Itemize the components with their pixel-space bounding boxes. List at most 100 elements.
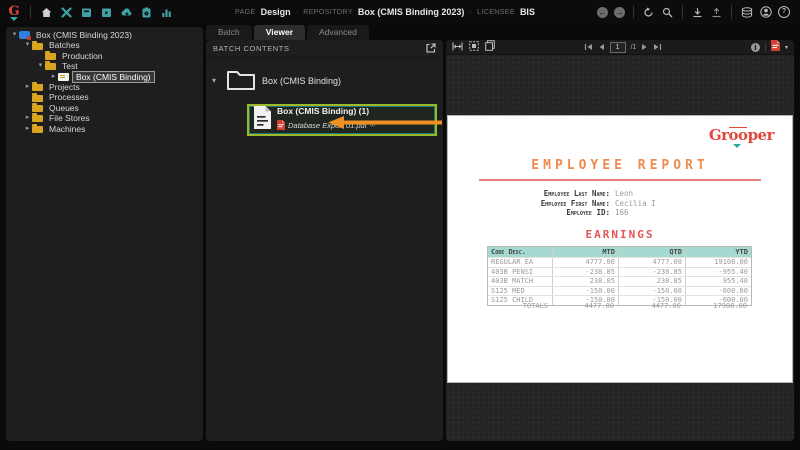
document-page[interactable]: Grooper EMPLOYEE REPORT Employee Last Na… (448, 116, 792, 382)
document-page-icon (253, 105, 272, 135)
tree-item-processes[interactable]: Processes (6, 92, 203, 102)
tree-item-production[interactable]: Production (6, 51, 203, 61)
expander-icon[interactable]: ▸ (23, 82, 32, 92)
topbar-right-group: ← → ? (597, 5, 800, 19)
page-value[interactable]: Design (261, 7, 291, 17)
pdf-export-icon[interactable] (771, 40, 780, 56)
tree-item-label: Batches (46, 40, 83, 50)
box-icon (19, 31, 30, 39)
last-page-button[interactable] (653, 40, 662, 56)
column-header: YTD (685, 247, 751, 257)
download-icon[interactable] (691, 6, 704, 19)
batch-tree: ▾ Box (CMIS Binding) Box (CMIS Binding) … (206, 58, 443, 441)
table-cell: 238.85 (552, 277, 618, 286)
divider (633, 5, 634, 19)
tools-icon[interactable] (60, 6, 73, 19)
field-value: Leon (615, 189, 633, 199)
viewer-actions-group: i ▾ (751, 40, 788, 56)
tab-viewer[interactable]: Viewer (254, 25, 305, 40)
tasks-clipboard-icon[interactable] (140, 6, 153, 19)
expander-icon[interactable]: ▸ (23, 113, 32, 123)
folder-icon (32, 126, 43, 133)
table-row: S125 MED-150.00-150.00-600.00 (488, 286, 751, 296)
tree-item-file-stores[interactable]: ▸File Stores (6, 113, 203, 123)
expander-icon[interactable]: ▸ (49, 72, 58, 82)
field-label: Employee Last Name: (448, 189, 610, 199)
topbar: G PAGE De (0, 0, 800, 24)
expander-icon[interactable]: ▸ (23, 124, 32, 134)
expander-icon[interactable]: ▾ (212, 76, 220, 85)
expander-icon[interactable]: ▾ (23, 40, 32, 50)
viewer-canvas[interactable]: Grooper EMPLOYEE REPORT Employee Last Na… (446, 55, 794, 441)
grooper-logo-icon[interactable]: G (7, 6, 21, 18)
field-employee-id: Employee ID:166 (448, 208, 792, 218)
column-header: MTD (552, 247, 618, 257)
upload-icon[interactable] (710, 6, 723, 19)
back-button[interactable]: ← (597, 7, 608, 18)
batch-folder-row[interactable]: ▾ Box (CMIS Binding) (206, 58, 443, 93)
refresh-icon[interactable] (642, 6, 655, 19)
run-box-icon[interactable] (100, 6, 113, 19)
help-icon[interactable]: ? (778, 6, 790, 18)
thumbnails-pages-icon[interactable] (485, 40, 495, 56)
employee-fields: Employee Last Name:LeonEmployee First Na… (448, 189, 792, 218)
tab-batch[interactable]: Batch (206, 25, 252, 40)
chevron-down-icon[interactable]: ▾ (785, 44, 788, 51)
table-row: 403B PENSI-238.85-238.85-955.40 (488, 267, 751, 277)
breadcrumb-separator: · (469, 8, 472, 17)
batch-contents-header: BATCH CONTENTS (206, 40, 443, 58)
cloud-upload-icon[interactable] (120, 6, 133, 19)
table-cell: 4777.00 (618, 258, 685, 267)
breadcrumb: PAGE Design · REPOSITORY Box (CMIS Bindi… (173, 7, 597, 17)
repository-value[interactable]: Box (CMIS Binding 2023) (358, 7, 465, 17)
field-label: Employee First Name: (448, 199, 610, 209)
folder-icon (32, 95, 43, 102)
expander-icon[interactable]: ▾ (10, 30, 19, 40)
grooper-document-logo: Grooper (709, 126, 774, 144)
totals-value: 4477.00 (617, 302, 684, 311)
tree-item-machines[interactable]: ▸ Machines (6, 124, 203, 134)
page-number-input[interactable]: 1 (610, 42, 626, 53)
table-cell: -150.00 (552, 287, 618, 296)
batch-icon (58, 73, 69, 81)
tree-item-projects[interactable]: ▸Projects (6, 82, 203, 92)
open-in-window-icon[interactable] (426, 40, 436, 58)
batch-folder-label: Box (CMIS Binding) (262, 76, 341, 86)
repository-label: REPOSITORY (303, 9, 353, 16)
previous-page-button[interactable] (598, 40, 605, 56)
user-account-icon[interactable] (759, 6, 772, 19)
first-page-button[interactable] (584, 40, 593, 56)
tree-item-label: Machines (46, 124, 88, 134)
document-title: Box (CMIS Binding) (1) (277, 106, 375, 116)
licensee-value[interactable]: BIS (520, 7, 535, 17)
tree-item-batches[interactable]: ▾ Batches (6, 40, 203, 50)
stats-bars-icon[interactable] (160, 6, 173, 19)
node-tree-panel: ▾Box (CMIS Binding 2023)▾BatchesProducti… (6, 27, 203, 441)
field-value: Cecilia I (615, 199, 656, 209)
info-icon[interactable]: i (751, 43, 760, 52)
archive-box-icon[interactable] (80, 6, 93, 19)
field-employee-last-name: Employee Last Name: Leon (448, 189, 792, 199)
page-total-label: /1 (631, 44, 637, 51)
folder-icon (32, 115, 43, 122)
tree-item-box-cmis-binding[interactable]: ▸Box (CMIS Binding) (6, 72, 203, 82)
tab-advanced[interactable]: Advanced (307, 25, 369, 40)
fit-page-icon[interactable] (469, 40, 479, 56)
table-cell: 955.40 (685, 277, 751, 286)
expander-icon[interactable]: ▾ (36, 61, 45, 71)
forward-button[interactable]: → (614, 7, 625, 18)
tree-item-box-cmis-binding-2023[interactable]: ▾Box (CMIS Binding 2023) (6, 30, 203, 40)
field-employee-first-name: Employee First Name: Cecilia I (448, 199, 792, 209)
tree-item-queues[interactable]: Queues (6, 103, 203, 113)
next-page-button[interactable] (641, 40, 648, 56)
database-stack-icon[interactable] (740, 6, 753, 19)
viewer-toolbar: 1 /1 i ▾ (446, 40, 794, 55)
table-cell: -238.85 (552, 268, 618, 277)
table-cell: 238.85 (618, 277, 685, 286)
folder-open-icon (226, 68, 256, 93)
fit-width-icon[interactable] (452, 40, 463, 56)
folder-icon (45, 63, 56, 70)
home-icon[interactable] (40, 6, 53, 19)
search-icon[interactable] (661, 6, 674, 19)
pagination: 1 /1 (495, 40, 751, 56)
